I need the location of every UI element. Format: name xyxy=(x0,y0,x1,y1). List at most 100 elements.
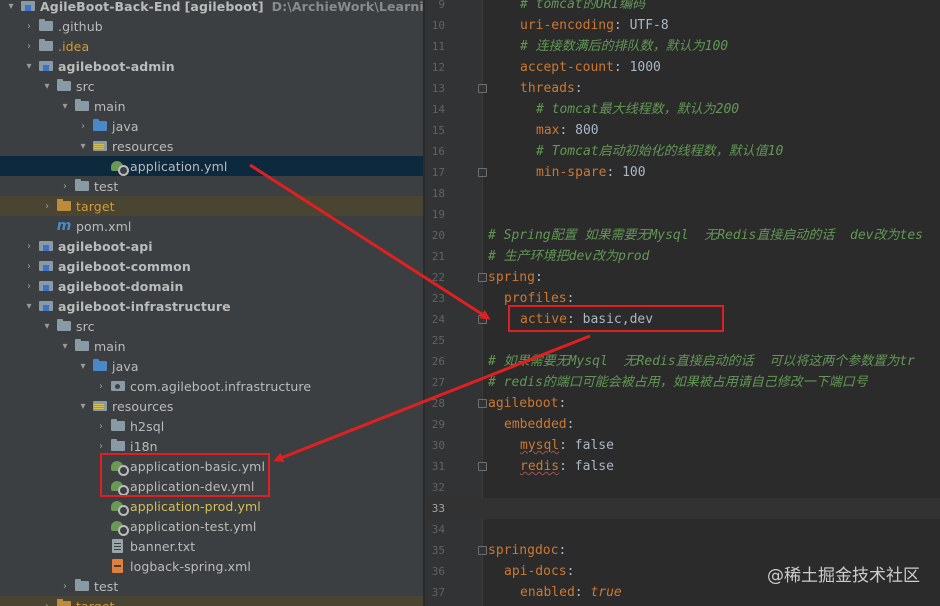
tree-item-agileboot-admin[interactable]: ▾ agileboot-admin xyxy=(0,56,423,76)
tree-item-label: target xyxy=(76,198,115,214)
tree-item-agileboot-back-end-agileboot[interactable]: ▾ AgileBoot-Back-End [agileboot] D:\ArchieW… xyxy=(0,0,424,16)
tree-item-label: resources xyxy=(112,138,174,154)
chevron-down-icon[interactable]: ▾ xyxy=(4,1,18,12)
yaml-key: profiles xyxy=(504,291,567,306)
tree-item-java[interactable]: ▾ java xyxy=(0,356,423,376)
tree-item-label: application-prod.yml xyxy=(130,498,261,514)
tree-item-agileboot-infrastructure[interactable]: ▾ agileboot-infrastructure xyxy=(0,296,423,316)
folder-icon xyxy=(56,319,72,333)
fold-marker-icon[interactable] xyxy=(478,462,487,471)
folder-icon xyxy=(110,439,126,453)
tree-item-label: h2sql xyxy=(130,418,165,434)
chevron-down-icon[interactable]: ▾ xyxy=(58,341,72,352)
line-number: 25 xyxy=(431,334,445,347)
chevron-right-icon[interactable]: › xyxy=(94,421,108,432)
tree-item-main[interactable]: ▾ main xyxy=(0,336,423,356)
yaml-colon: : xyxy=(559,438,575,453)
tree-item-pom-xml[interactable]: m pom.xml xyxy=(0,216,423,236)
chevron-down-icon[interactable]: ▾ xyxy=(76,401,90,412)
folder-icon xyxy=(110,419,126,433)
tree-item-label: test xyxy=(94,178,119,194)
tree-item-application-prod-yml[interactable]: application-prod.yml xyxy=(0,496,423,516)
tree-item-com-agileboot-infrastructure[interactable]: › com.agileboot.infrastructure xyxy=(0,376,423,396)
tree-item-logback-spring-xml[interactable]: logback-spring.xml xyxy=(0,556,423,576)
tree-item-label: resources xyxy=(112,398,174,414)
module-icon xyxy=(38,259,54,273)
project-path: D:\ArchieWork\Learning\AgileBo xyxy=(271,0,424,14)
line-number: 11 xyxy=(431,40,445,53)
chevron-right-icon[interactable]: › xyxy=(22,41,36,52)
code-line: agileboot: xyxy=(488,393,566,414)
tree-item-src[interactable]: ▾ src xyxy=(0,76,423,96)
chevron-right-icon[interactable]: › xyxy=(22,241,36,252)
yaml-comment: # tomcat最大线程数，默认为200 xyxy=(536,102,740,117)
line-number: 9 xyxy=(438,0,445,11)
chevron-down-icon[interactable]: ▾ xyxy=(40,321,54,332)
tree-item-java[interactable]: › java xyxy=(0,116,423,136)
tree-item-target[interactable]: › target xyxy=(0,596,423,606)
tree-item-h2sql[interactable]: › h2sql xyxy=(0,416,423,436)
excluded-folder-icon xyxy=(56,199,72,213)
fold-marker-icon[interactable] xyxy=(478,273,487,282)
tree-item-label: main xyxy=(94,98,126,114)
line-number: 31 xyxy=(431,460,445,473)
tree-item-idea[interactable]: › .idea xyxy=(0,36,423,56)
code-line: embedded: xyxy=(488,414,574,435)
chevron-down-icon[interactable]: ▾ xyxy=(40,81,54,92)
tree-item-banner-txt[interactable]: banner.txt xyxy=(0,536,423,556)
code-line: max: 800 xyxy=(488,120,599,141)
folder-icon xyxy=(38,39,54,53)
chevron-right-icon[interactable]: › xyxy=(40,601,54,606)
tree-item-agileboot-domain[interactable]: › agileboot-domain xyxy=(0,276,423,296)
folder-icon xyxy=(74,99,90,113)
tree-item-agileboot-common[interactable]: › agileboot-common xyxy=(0,256,423,276)
fold-marker-icon[interactable] xyxy=(478,546,487,555)
fold-marker-icon[interactable] xyxy=(478,315,487,324)
chevron-down-icon[interactable]: ▾ xyxy=(76,141,90,152)
tree-item-application-test-yml[interactable]: application-test.yml xyxy=(0,516,423,536)
folder-icon xyxy=(74,579,90,593)
chevron-right-icon[interactable]: › xyxy=(58,181,72,192)
yaml-key: threads xyxy=(520,81,575,96)
yaml-colon: : xyxy=(566,417,575,432)
code-line: redis: false xyxy=(488,456,614,477)
tree-item-main[interactable]: ▾ main xyxy=(0,96,423,116)
tree-item-resources[interactable]: ▾ resources xyxy=(0,396,423,416)
fold-marker-icon[interactable] xyxy=(478,84,487,93)
tree-item-github[interactable]: › .github xyxy=(0,16,423,36)
chevron-down-icon[interactable]: ▾ xyxy=(76,361,90,372)
chevron-right-icon[interactable]: › xyxy=(40,201,54,212)
chevron-right-icon[interactable]: › xyxy=(76,121,90,132)
line-number: 29 xyxy=(431,418,445,431)
fold-marker-icon[interactable] xyxy=(478,168,487,177)
chevron-right-icon[interactable]: › xyxy=(58,581,72,592)
chevron-right-icon[interactable]: › xyxy=(94,441,108,452)
project-module-name: [agileboot] xyxy=(184,0,264,14)
line-number: 23 xyxy=(431,292,445,305)
code-line: min-spare: 100 xyxy=(488,162,646,183)
excluded-folder-icon xyxy=(56,599,72,606)
chevron-down-icon[interactable]: ▾ xyxy=(22,61,36,72)
code-line: uri-encoding: UTF-8 xyxy=(488,15,669,36)
tree-item-target[interactable]: › target xyxy=(0,196,423,216)
chevron-right-icon[interactable]: › xyxy=(22,21,36,32)
yaml-colon: : xyxy=(566,564,575,579)
chevron-right-icon[interactable]: › xyxy=(22,261,36,272)
yaml-comment: # 生产环境把dev改为prod xyxy=(488,249,650,264)
yaml-key: uri-encoding xyxy=(520,18,614,33)
chevron-right-icon[interactable]: › xyxy=(22,281,36,292)
yaml-value: 800 xyxy=(575,123,599,138)
fold-marker-icon[interactable] xyxy=(478,399,487,408)
chevron-down-icon[interactable]: ▾ xyxy=(58,101,72,112)
tree-item-label: java xyxy=(112,118,139,134)
tree-item-application-yml[interactable]: application.yml xyxy=(0,156,423,176)
chevron-right-icon[interactable]: › xyxy=(94,381,108,392)
tree-item-resources[interactable]: ▾ resources xyxy=(0,136,423,156)
tree-item-agileboot-api[interactable]: › agileboot-api xyxy=(0,236,423,256)
yaml-colon: : xyxy=(613,18,630,33)
chevron-down-icon[interactable]: ▾ xyxy=(22,301,36,312)
tree-item-test[interactable]: › test xyxy=(0,576,423,596)
yaml-value: 100 xyxy=(622,165,646,180)
tree-item-test[interactable]: › test xyxy=(0,176,423,196)
tree-item-src[interactable]: ▾ src xyxy=(0,316,423,336)
